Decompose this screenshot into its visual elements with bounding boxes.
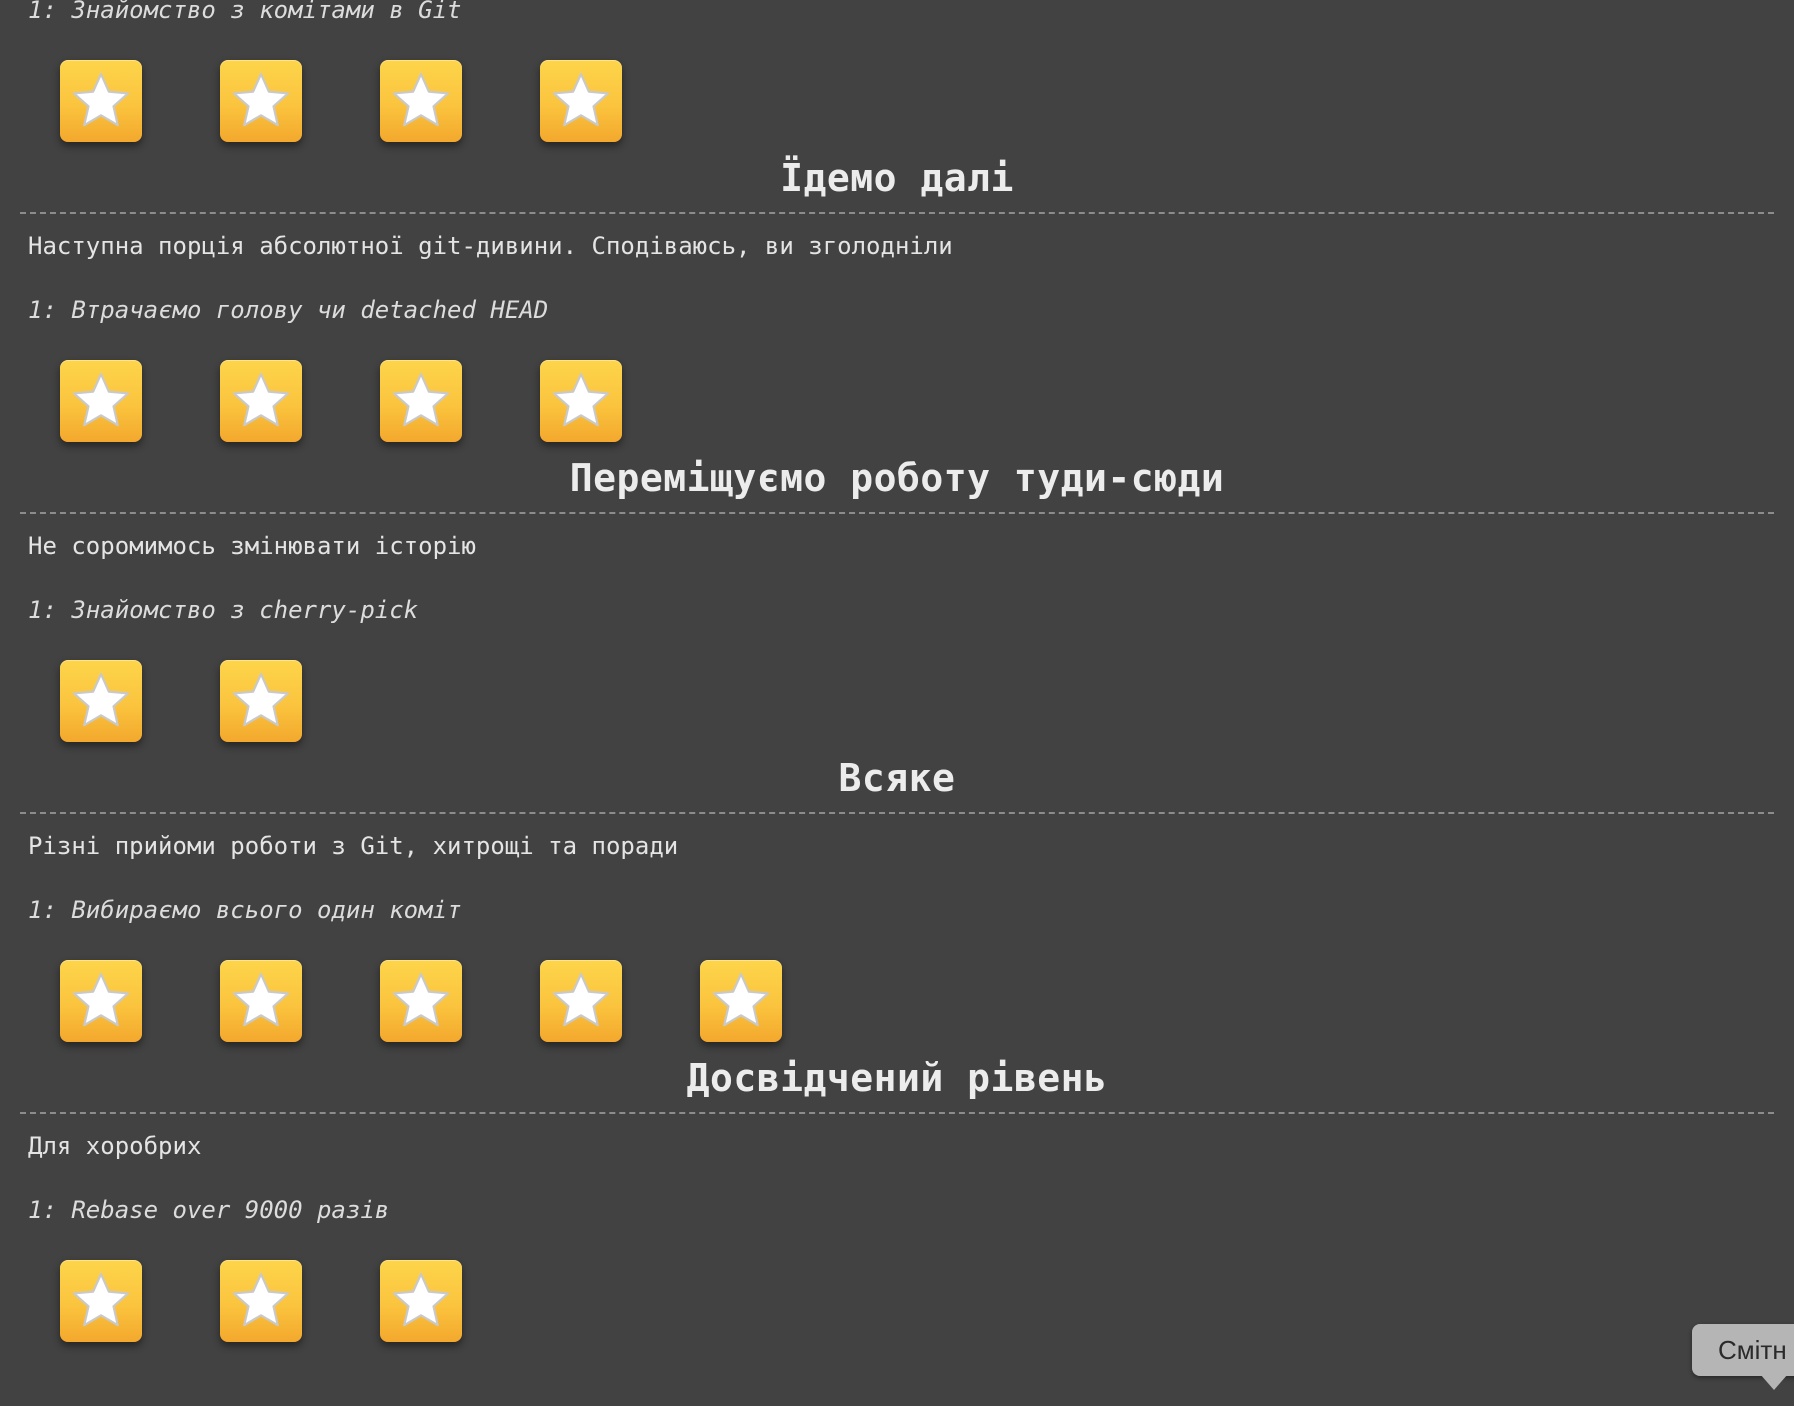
star-button[interactable] [380, 60, 462, 142]
tooltip: Смітн [1692, 1324, 1794, 1376]
section-title: Переміщуємо роботу туди-сюди [569, 456, 1225, 500]
section-description: Для хоробрих [28, 1132, 202, 1160]
section-header: Досвідчений рівень [0, 1042, 1794, 1114]
section-description: Різні прийоми роботи з Git, хитрощі та п… [28, 832, 679, 860]
section-header: Всяке [0, 742, 1794, 814]
section-divider [20, 1112, 1774, 1114]
section-moving-work: Переміщуємо роботу туди-сюди Не соромимо… [0, 442, 1794, 742]
star-button[interactable] [60, 960, 142, 1042]
star-button[interactable] [60, 1260, 142, 1342]
star-icon [550, 71, 612, 131]
star-icon [230, 671, 292, 731]
section-header: Переміщуємо роботу туди-сюди [0, 442, 1794, 514]
level-stars [0, 1242, 1794, 1342]
star-icon [390, 1271, 452, 1331]
star-button[interactable] [380, 360, 462, 442]
level-stars [0, 942, 1794, 1042]
level-title[interactable]: 1: Знайомство з комітами в Git [0, 0, 1794, 42]
tooltip-arrow [1760, 1374, 1788, 1390]
star-button[interactable] [380, 960, 462, 1042]
section-divider [20, 212, 1774, 214]
star-button[interactable] [60, 660, 142, 742]
star-button[interactable] [540, 360, 622, 442]
star-icon [230, 971, 292, 1031]
section-mixed-bag: Всяке Різні прийоми роботи з Git, хитрощ… [0, 742, 1794, 1042]
star-icon [70, 371, 132, 431]
star-button[interactable] [220, 1260, 302, 1342]
level-stars [0, 642, 1794, 742]
star-icon [390, 971, 452, 1031]
level-stars [0, 342, 1794, 442]
star-button[interactable] [60, 360, 142, 442]
star-icon [550, 971, 612, 1031]
star-button[interactable] [220, 960, 302, 1042]
level-select-viewport[interactable]: 1: Знайомство з комітами в Git Їдемо дал… [0, 0, 1794, 1406]
section-intro: 1: Знайомство з комітами в Git [0, 0, 1794, 142]
star-button[interactable] [220, 60, 302, 142]
star-icon [70, 671, 132, 731]
section-description: Наступна порція абсолютної git-дивини. С… [28, 232, 953, 260]
star-icon [230, 371, 292, 431]
star-icon [550, 371, 612, 431]
section-title: Досвідчений рівень [686, 1056, 1108, 1100]
section-advanced: Досвідчений рівень Для хоробрих 1: Rebas… [0, 1042, 1794, 1342]
section-title: Всяке [838, 756, 956, 800]
star-button[interactable] [60, 60, 142, 142]
level-list: 1: Знайомство з комітами в Git Їдемо дал… [0, 0, 1794, 1342]
star-button[interactable] [220, 360, 302, 442]
star-icon [390, 371, 452, 431]
section-header: Їдемо далі [0, 142, 1794, 214]
section-title: Їдемо далі [780, 156, 1014, 200]
section-divider [20, 512, 1774, 514]
level-title[interactable]: 1: Вибираємо всього один коміт [0, 878, 1794, 942]
star-icon [70, 71, 132, 131]
section-description: Не соромимось змінювати історію [28, 532, 476, 560]
section-moving-on: Їдемо далі Наступна порція абсолютної gi… [0, 142, 1794, 442]
level-title[interactable]: 1: Знайомство з cherry-pick [0, 578, 1794, 642]
star-button[interactable] [540, 60, 622, 142]
star-icon [230, 1271, 292, 1331]
level-stars [0, 42, 1794, 142]
star-button[interactable] [380, 1260, 462, 1342]
star-icon [70, 1271, 132, 1331]
level-title[interactable]: 1: Rebase over 9000 разів [0, 1178, 1794, 1242]
star-button[interactable] [700, 960, 782, 1042]
star-icon [710, 971, 772, 1031]
star-icon [70, 971, 132, 1031]
star-icon [390, 71, 452, 131]
level-title[interactable]: 1: Втрачаємо голову чи detached HEAD [0, 278, 1794, 342]
star-button[interactable] [220, 660, 302, 742]
star-icon [230, 71, 292, 131]
star-button[interactable] [540, 960, 622, 1042]
section-divider [20, 812, 1774, 814]
